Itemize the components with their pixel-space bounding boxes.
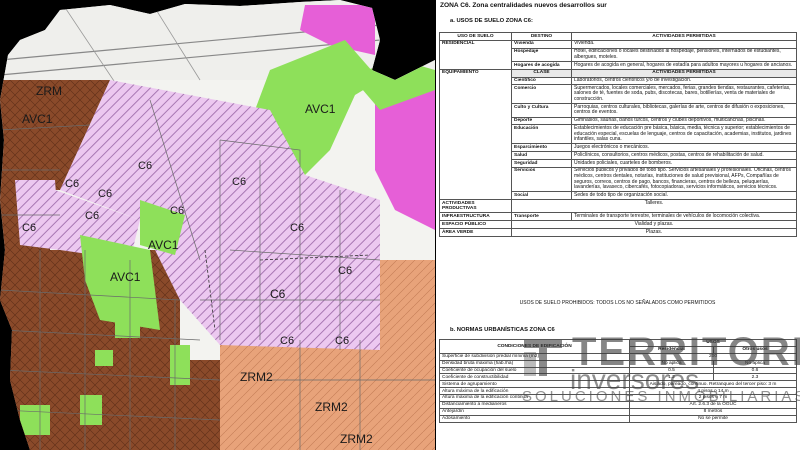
- row-activities: Hogares de acogida en general, hogares d…: [571, 60, 797, 70]
- prohibited-uses-note: USOS DE SUELO PROHIBIDOS: TODOS LOS NO S…: [519, 300, 716, 306]
- row-class: Educación: [511, 124, 572, 145]
- zone-label-avc1-left: AVC1: [22, 112, 53, 126]
- category-actividades-productivas: ACTIVIDADES PRODUCTIVAS: [439, 199, 512, 214]
- row-class: Esparcimiento: [511, 143, 572, 153]
- zone-label-avc1-low: AVC1: [110, 270, 141, 284]
- table-row: ESPACIO PÚBLICO Vialidad y plazas.: [439, 220, 797, 229]
- zone-label-zrm-top: ZRM: [36, 84, 62, 98]
- header-actividades-permitidas: ACTIVIDADES PERMITIDAS: [571, 68, 797, 78]
- table-header-row: USO DE SUELO DESTINO ACTIVIDADES PERMITI…: [439, 32, 797, 41]
- row-activities: Servicios públicos y privados de todo ti…: [571, 166, 797, 193]
- row-activities: Policlínicos, consultorios, centros médi…: [571, 151, 797, 160]
- header-actividades: ACTIVIDADES PERMITIDAS: [571, 32, 797, 41]
- zone-label-c6: C6: [65, 178, 80, 190]
- category-area-verde: ÁREA VERDE: [439, 228, 512, 237]
- row-class: Deporte: [511, 116, 572, 126]
- row-activities: Establecimientos de educación pre básica…: [571, 124, 797, 145]
- zone-label-c6: C6: [232, 176, 247, 188]
- category-espacio-publico: ESPACIO PÚBLICO: [439, 220, 512, 229]
- zone-label-c6: C6: [98, 188, 113, 200]
- row-class: Culto y Cultura: [511, 103, 572, 118]
- row-activities: Terminales de transporte terrestre, term…: [571, 212, 797, 222]
- table-subheader-row: EQUIPAMIENTO CLASE ACTIVIDADES PERMITIDA…: [439, 68, 797, 201]
- row-activities: Juegos electrónicos o mecánicos.: [571, 143, 797, 153]
- territorio-watermark-logo: TERRITORIO inversores SOLUCIONES INMOBIL…: [520, 330, 800, 440]
- row-activities: Supermercados, locales comerciales, merc…: [571, 84, 797, 105]
- zone-label-c6: C6: [280, 335, 295, 347]
- header-destino: DESTINO: [511, 32, 572, 41]
- row-class: Vivienda: [511, 39, 572, 49]
- logo-mark-icon: [524, 340, 562, 376]
- row-activities: Gimnasios, saunas, baños turcos, centros…: [571, 116, 797, 126]
- zone-label-c6: C6: [338, 265, 353, 277]
- row-class: Hospedaje: [511, 47, 572, 62]
- row-class: Científico: [511, 76, 572, 86]
- zone-label-avc1-top: AVC1: [305, 102, 336, 116]
- header-clase: CLASE: [511, 68, 572, 78]
- row-class: Seguridad: [511, 158, 572, 168]
- table-row: INFRAESTRUCTURA Transporte Terminales de…: [439, 212, 797, 222]
- zone-label-c6: C6: [290, 222, 305, 234]
- zone-label-zrm2-a: ZRM2: [240, 370, 273, 384]
- zone-label-zrm2-b: ZRM2: [315, 400, 348, 414]
- document-title: ZONA C6. Zona centralidades nuevos desar…: [440, 2, 607, 9]
- row-activities: Hotel, edificaciones o locales destinado…: [571, 47, 797, 62]
- table-row: ACTIVIDADES PRODUCTIVAS Talleres.: [439, 199, 797, 214]
- row-activities: Laboratorios, centros científicos y/o de…: [571, 76, 797, 86]
- row-class: Servicios: [511, 166, 572, 193]
- zone-label-c6: C6: [270, 287, 286, 301]
- category-residencial: RESIDENCIAL: [439, 39, 512, 70]
- row-class: Comercio: [511, 84, 572, 105]
- row-activities: Parroquias, centros culturales, bibliote…: [571, 103, 797, 118]
- zoning-map-canvas: [0, 0, 435, 450]
- row-activities: Vivienda.: [571, 39, 797, 49]
- row-class: Social: [511, 191, 572, 201]
- row-activities: Talleres.: [511, 199, 797, 214]
- zone-label-c6: C6: [22, 222, 37, 234]
- header-uso: USO DE SUELO: [439, 32, 512, 41]
- row-class: Hogares de acogida: [511, 60, 572, 70]
- zone-label-zrm2-c: ZRM2: [340, 432, 373, 446]
- row-activities: Plazas.: [511, 228, 797, 237]
- land-use-table: USO DE SUELO DESTINO ACTIVIDADES PERMITI…: [439, 32, 797, 237]
- zone-label-avc1-mid: AVC1: [148, 238, 179, 252]
- zone-label-c6: C6: [138, 160, 153, 172]
- category-equipamiento: EQUIPAMIENTO: [439, 68, 512, 201]
- logo-tagline: SOLUCIONES INMOBILIARIAS: [522, 388, 800, 405]
- table-row: ÁREA VERDE Plazas.: [439, 228, 797, 237]
- row-activities: Sedes de todo tipo de organización socia…: [571, 191, 797, 201]
- table-row: RESIDENCIAL Vivienda Vivienda.: [439, 39, 797, 70]
- zone-orange-south: [220, 340, 435, 450]
- zone-label-c6: C6: [85, 210, 100, 222]
- zone-label-c6: C6: [335, 335, 350, 347]
- section-a-title: a. USOS DE SUELO ZONA C6:: [450, 18, 533, 24]
- row-activities: Vialidad y plazas.: [511, 220, 797, 229]
- category-infraestructura: INFRAESTRUCTURA: [439, 212, 512, 222]
- row-activities: Unidades policiales, cuarteles de bomber…: [571, 158, 797, 168]
- zone-label-c6: C6: [170, 205, 185, 217]
- row-class: Transporte: [511, 212, 572, 222]
- row-class: Salud: [511, 151, 572, 160]
- zoning-map: AVC1 AVC1 AVC1 AVC1 ZRM ZRM2 ZRM2 ZRM2 C…: [0, 0, 435, 450]
